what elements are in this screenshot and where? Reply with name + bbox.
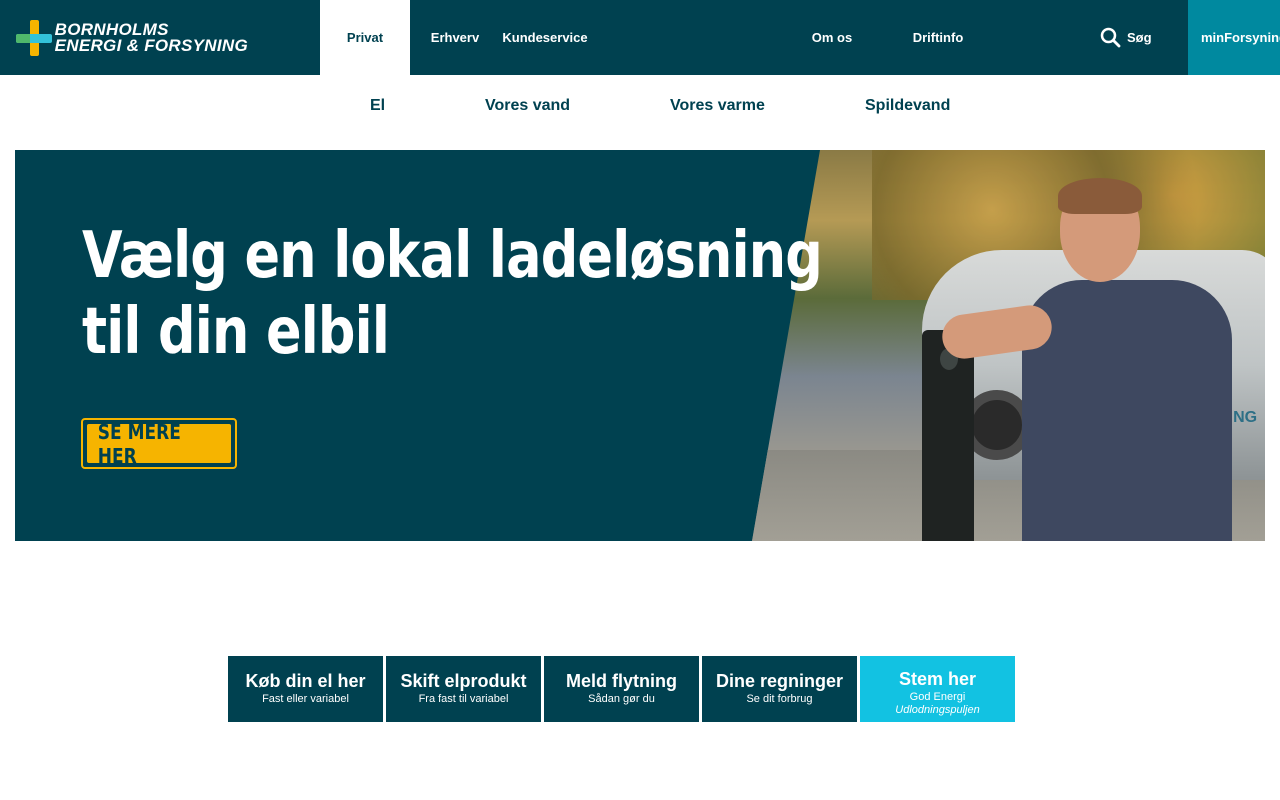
nav-driftinfo[interactable]: Driftinfo [893, 0, 983, 75]
nav-om-os[interactable]: Om os [787, 0, 877, 75]
subnav-el[interactable]: El [370, 97, 385, 115]
site-header: BORNHOLMS ENERGI & FORSYNING Privat Erhv… [0, 0, 1280, 75]
hero-photo: LMS FORSYNING [752, 150, 1265, 541]
hero-cta-button[interactable]: SE MERE HER [81, 418, 237, 469]
site-logo[interactable]: BORNHOLMS ENERGI & FORSYNING [16, 20, 248, 56]
subnav-vores-vand[interactable]: Vores vand [485, 97, 570, 115]
search-icon [1100, 27, 1121, 48]
tile-stem-her[interactable]: Stem her God Energi Udlodningspuljen [860, 656, 1015, 722]
quick-links: Køb din el her Fast eller variabel Skift… [228, 656, 1015, 722]
hero-title: Vælg en lokal ladeløsning til din elbil [82, 219, 823, 369]
nav-kundeservice[interactable]: Kundeservice [500, 0, 590, 75]
nav-erhverv[interactable]: Erhverv [410, 0, 500, 75]
logo-text-line2: ENERGI & FORSYNING [54, 36, 248, 55]
search-button[interactable]: Søg [1100, 0, 1152, 75]
nav-privat[interactable]: Privat [320, 0, 410, 75]
hero-cta-label: SE MERE HER [97, 419, 181, 468]
subnav-vores-varme[interactable]: Vores varme [670, 97, 765, 115]
hero-banner[interactable]: LMS FORSYNING Vælg en lokal ladeløsning … [15, 150, 1265, 541]
account-button[interactable]: minForsyning [1188, 0, 1280, 75]
subnav-spildevand[interactable]: Spildevand [865, 97, 950, 115]
tile-skift-elprodukt[interactable]: Skift elprodukt Fra fast til variabel [386, 656, 541, 722]
search-label: Søg [1127, 30, 1152, 45]
logo-cross-icon [16, 20, 52, 56]
tile-dine-regninger[interactable]: Dine regninger Se dit forbrug [702, 656, 857, 722]
tile-koeb-el[interactable]: Køb din el her Fast eller variabel [228, 656, 383, 722]
tile-meld-flytning[interactable]: Meld flytning Sådan gør du [544, 656, 699, 722]
